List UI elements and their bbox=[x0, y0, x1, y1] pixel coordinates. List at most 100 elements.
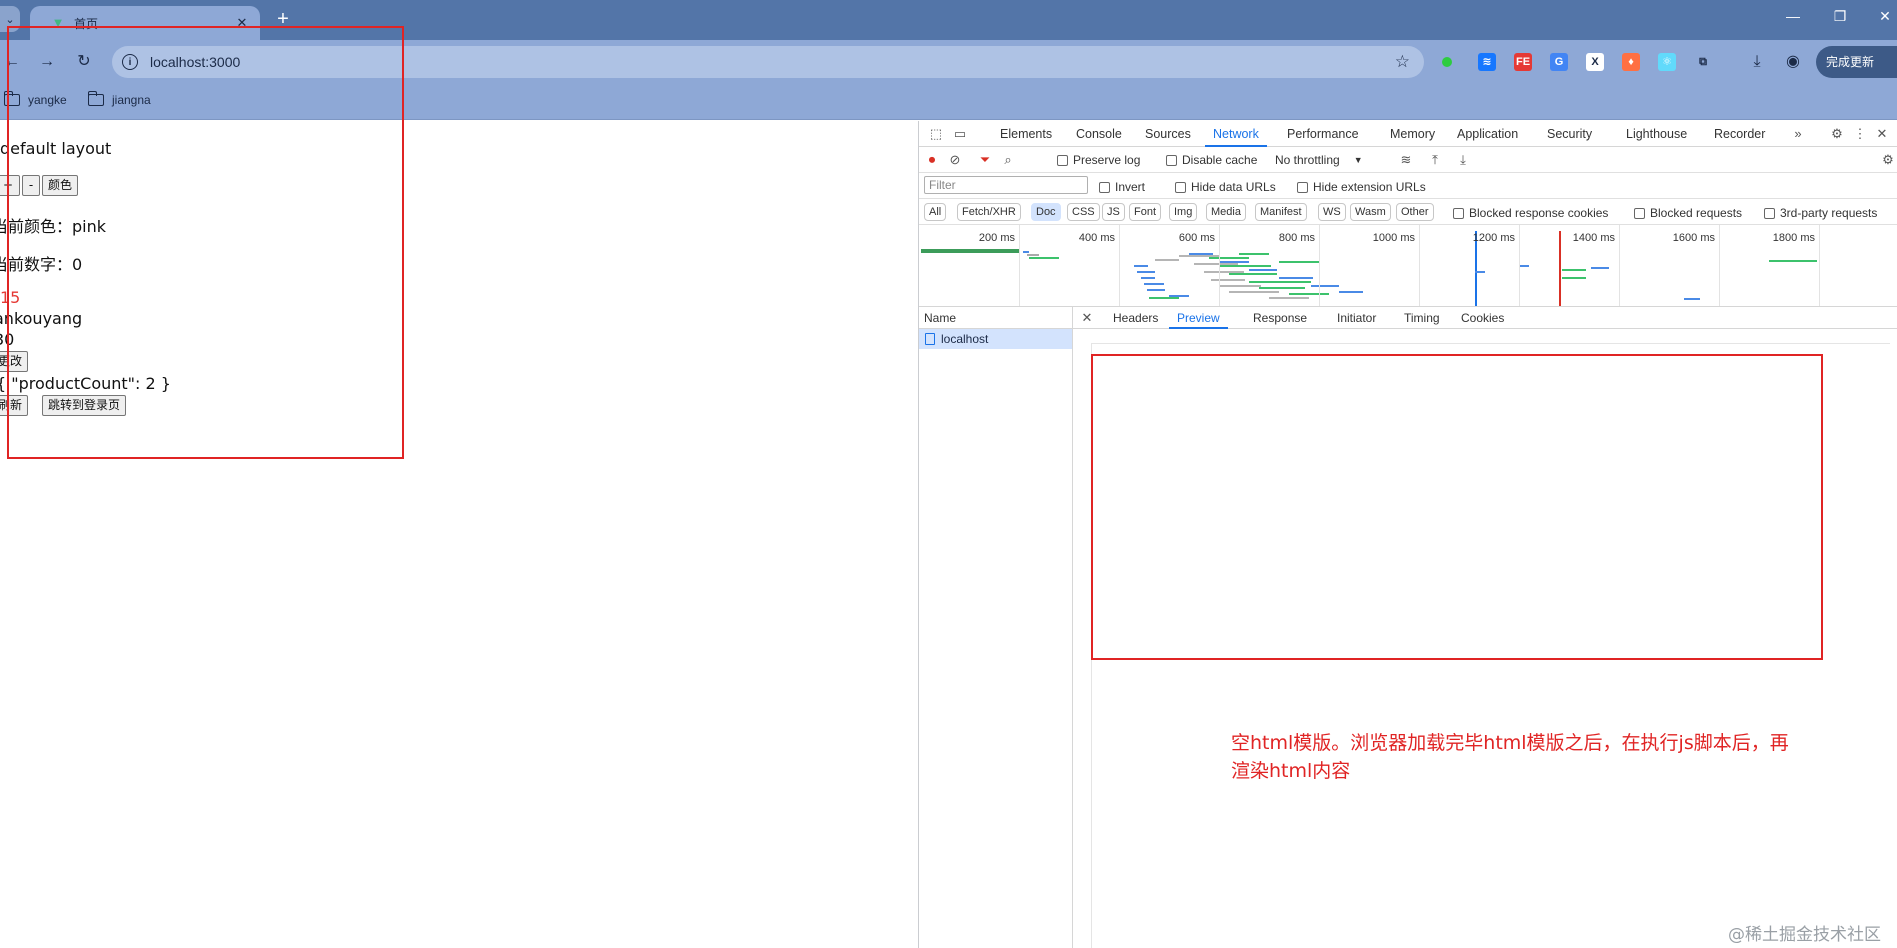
translate-icon[interactable]: G bbox=[1550, 53, 1568, 71]
name-column-header[interactable]: Name bbox=[919, 307, 1072, 329]
change-button[interactable]: 更改 bbox=[0, 351, 29, 372]
clear-icon[interactable]: ⊘ bbox=[946, 151, 964, 169]
record-stop-icon[interactable]: ⏺ bbox=[923, 151, 941, 169]
minimize-icon[interactable]: — bbox=[1781, 8, 1805, 24]
count-15-text: 15 bbox=[0, 288, 21, 307]
bookmark-star-icon[interactable]: ☆ bbox=[1395, 52, 1410, 72]
bookmark-jiangna[interactable]: jiangna bbox=[87, 91, 151, 107]
preview-content-area bbox=[1091, 343, 1890, 948]
detail-tab-cookies[interactable]: Cookies bbox=[1461, 307, 1504, 329]
settings-gear-icon[interactable]: ⚙ bbox=[1828, 125, 1846, 143]
plus-button[interactable]: + bbox=[0, 175, 20, 196]
chip-manifest[interactable]: Manifest bbox=[1255, 203, 1307, 221]
puzzle-icon[interactable]: ⧉ bbox=[1694, 53, 1712, 71]
hide-data-urls-checkbox[interactable]: Hide data URLs bbox=[1175, 180, 1276, 194]
color-button[interactable]: 颜色 bbox=[42, 175, 79, 196]
refresh-button[interactable]: 刷新 bbox=[0, 395, 29, 416]
bookmark-yangke[interactable]: yangke bbox=[3, 91, 67, 107]
third-party-requests-checkbox[interactable]: 3rd-party requests bbox=[1764, 206, 1877, 220]
update-button[interactable]: 完成更新 bbox=[1816, 46, 1897, 78]
network-settings-icon[interactable]: ⚙ bbox=[1879, 151, 1897, 169]
devtools-tab-recorder[interactable]: Recorder bbox=[1714, 121, 1765, 147]
reload-icon[interactable]: ↻ bbox=[72, 50, 96, 74]
more-tabs-chevron-icon[interactable]: » bbox=[1789, 125, 1807, 143]
devtools-tab-lighthouse[interactable]: Lighthouse bbox=[1626, 121, 1687, 147]
detail-tab-headers[interactable]: Headers bbox=[1113, 307, 1158, 329]
back-arrow-icon[interactable]: ← bbox=[0, 50, 24, 74]
tab-list-chevron-icon[interactable]: ⌄ bbox=[0, 6, 20, 32]
detail-tab-preview[interactable]: Preview bbox=[1169, 307, 1228, 329]
document-icon bbox=[925, 333, 935, 345]
tab-close-icon[interactable]: ✕ bbox=[234, 15, 250, 31]
layout-title: default layout bbox=[0, 139, 112, 158]
lanhu-icon[interactable]: ≋ bbox=[1478, 53, 1496, 71]
current-number-text: 当前数字：0 bbox=[0, 255, 83, 274]
address-bar[interactable]: i localhost:3000 ☆ bbox=[112, 46, 1424, 78]
x-icon[interactable]: X bbox=[1586, 53, 1604, 71]
green-dot-icon[interactable] bbox=[1442, 57, 1452, 67]
chip-all[interactable]: All bbox=[924, 203, 947, 221]
chip-doc[interactable]: Doc bbox=[1031, 203, 1061, 221]
chip-img[interactable]: Img bbox=[1169, 203, 1198, 221]
close-devtools-icon[interactable]: ✕ bbox=[1873, 125, 1891, 143]
close-detail-icon[interactable]: ✕ bbox=[1078, 309, 1096, 327]
orange-ext-icon[interactable]: ♦ bbox=[1622, 53, 1640, 71]
new-tab-plus-icon[interactable]: + bbox=[272, 8, 294, 30]
preserve-log-checkbox[interactable]: Preserve log bbox=[1057, 153, 1140, 167]
devtools-tab-bar: ⬚ ▭ Elements Console Sources Network Per… bbox=[919, 121, 1897, 147]
download-icon[interactable]: ⤓ bbox=[1745, 50, 1769, 74]
browser-tab[interactable]: ▼ 首页 ✕ bbox=[30, 6, 260, 40]
browser-tab-bar: ⌄ ▼ 首页 ✕ + — ❐ ✕ bbox=[0, 0, 1897, 40]
profile-avatar-icon[interactable]: ◉ bbox=[1781, 50, 1805, 74]
chip-css[interactable]: CSS bbox=[1067, 203, 1100, 221]
chip-wasm[interactable]: Wasm bbox=[1350, 203, 1391, 221]
checkbox-box bbox=[1099, 181, 1110, 193]
throttling-select[interactable]: No throttling ▼ bbox=[1275, 153, 1363, 167]
chip-ws[interactable]: WS bbox=[1318, 203, 1346, 221]
disable-cache-checkbox[interactable]: Disable cache bbox=[1166, 153, 1257, 167]
blocked-response-cookies-checkbox[interactable]: Blocked response cookies bbox=[1453, 206, 1608, 220]
checkbox-box bbox=[1634, 207, 1645, 219]
fe-helper-icon[interactable]: FE bbox=[1514, 53, 1532, 71]
window-close-icon[interactable]: ✕ bbox=[1873, 8, 1897, 25]
chip-fetch-xhr[interactable]: Fetch/XHR bbox=[957, 203, 1021, 221]
restore-icon[interactable]: ❐ bbox=[1828, 8, 1852, 25]
timeline-gridline bbox=[1119, 225, 1120, 306]
chip-js[interactable]: JS bbox=[1102, 203, 1125, 221]
devtools-tab-console[interactable]: Console bbox=[1076, 121, 1122, 147]
minus-button[interactable]: - bbox=[22, 175, 40, 196]
devtools-tab-network[interactable]: Network bbox=[1205, 121, 1267, 147]
search-icon[interactable]: ⌕ bbox=[999, 151, 1017, 169]
go-login-button[interactable]: 跳转到登录页 bbox=[42, 395, 127, 416]
devtools-tab-security[interactable]: Security bbox=[1547, 121, 1592, 147]
detail-tab-response[interactable]: Response bbox=[1253, 307, 1307, 329]
bookmark-label: jiangna bbox=[112, 93, 151, 107]
detail-tab-timing[interactable]: Timing bbox=[1404, 307, 1440, 329]
filter-funnel-icon[interactable]: ⏷ bbox=[976, 151, 994, 169]
filter-input[interactable]: Filter bbox=[924, 176, 1088, 194]
devtools-tab-performance[interactable]: Performance bbox=[1287, 121, 1359, 147]
more-options-icon[interactable]: ⋮ bbox=[1851, 125, 1869, 143]
device-toolbar-icon[interactable]: ▭ bbox=[951, 125, 969, 143]
chip-font[interactable]: Font bbox=[1129, 203, 1162, 221]
network-conditions-icon[interactable]: ≋ bbox=[1397, 151, 1415, 169]
chip-media[interactable]: Media bbox=[1206, 203, 1246, 221]
site-info-icon[interactable]: i bbox=[122, 54, 138, 70]
detail-tab-initiator[interactable]: Initiator bbox=[1337, 307, 1376, 329]
react-devtools-icon[interactable]: ⚛ bbox=[1658, 53, 1676, 71]
hide-extension-urls-checkbox[interactable]: Hide extension URLs bbox=[1297, 180, 1426, 194]
timeline-tick-label: 200 ms bbox=[978, 232, 1015, 244]
devtools-tab-application[interactable]: Application bbox=[1457, 121, 1518, 147]
export-har-icon[interactable]: ⤓ bbox=[1454, 151, 1472, 169]
devtools-tab-memory[interactable]: Memory bbox=[1390, 121, 1435, 147]
network-overview-timeline[interactable]: 200 ms 400 ms 600 ms 800 ms 1000 ms 1200 ms 14… bbox=[919, 225, 1897, 307]
devtools-tab-sources[interactable]: Sources bbox=[1145, 121, 1191, 147]
request-row-localhost[interactable]: localhost bbox=[919, 329, 1072, 349]
invert-checkbox[interactable]: Invert bbox=[1099, 180, 1145, 194]
forward-arrow-icon[interactable]: → bbox=[35, 50, 59, 74]
import-har-icon[interactable]: ⤒ bbox=[1426, 151, 1444, 169]
chip-other[interactable]: Other bbox=[1396, 203, 1434, 221]
devtools-tab-elements[interactable]: Elements bbox=[1000, 121, 1052, 147]
inspect-element-icon[interactable]: ⬚ bbox=[927, 125, 945, 143]
blocked-requests-checkbox[interactable]: Blocked requests bbox=[1634, 206, 1742, 220]
